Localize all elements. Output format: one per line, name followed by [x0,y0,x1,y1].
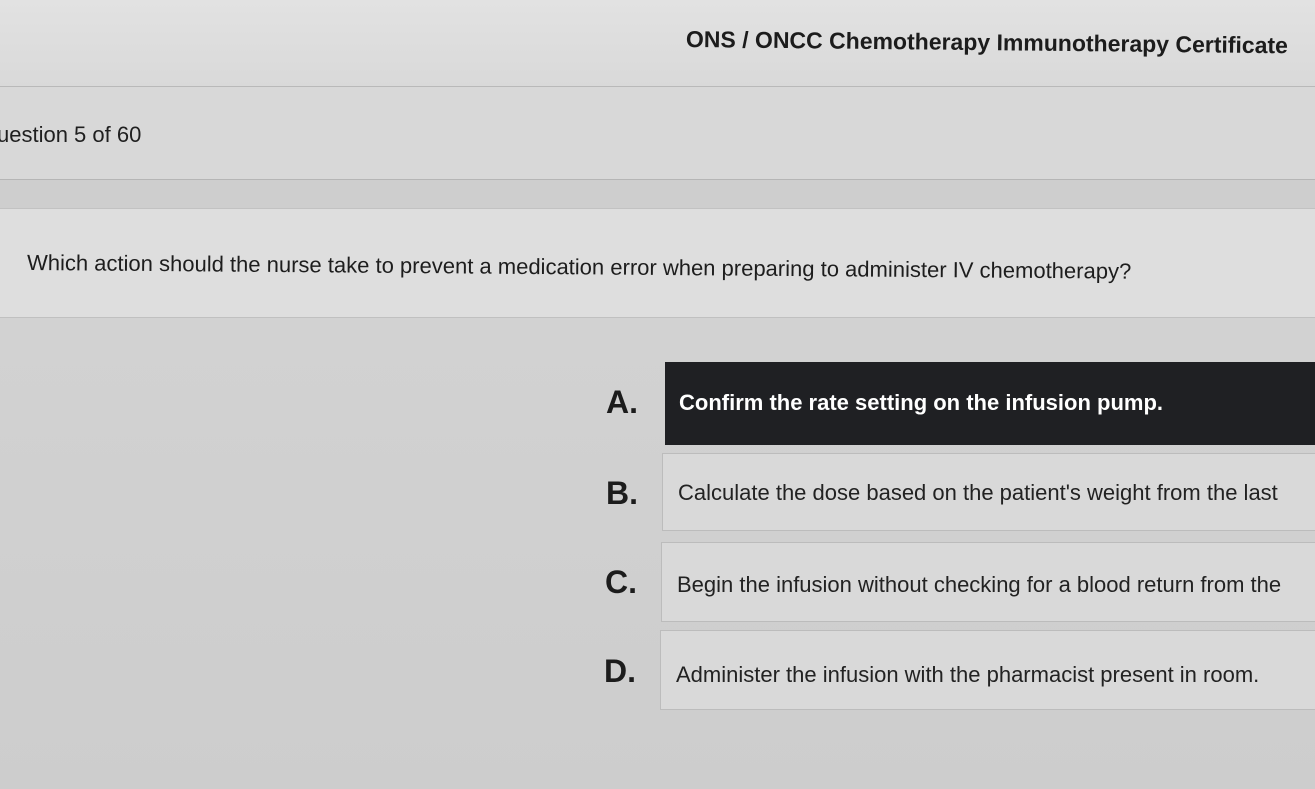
option-d[interactable]: Administer the infusion with the pharmac… [660,630,1315,710]
question-counter: uestion 5 of 60 [0,122,142,147]
option-c-text: Begin the infusion without checking for … [677,572,1282,597]
option-d-letter: D. [604,653,636,689]
option-c-letter: C. [605,564,637,600]
option-a-letter: A. [606,384,638,420]
divider-strip [0,180,1315,209]
option-d-text: Administer the infusion with the pharmac… [676,662,1260,687]
option-b[interactable]: Calculate the dose based on the patient'… [662,453,1315,531]
option-b-letter: B. [606,475,638,511]
option-c[interactable]: Begin the infusion without checking for … [661,542,1315,622]
question-counter-bar [0,87,1315,180]
quiz-page: ONS / ONCC Chemotherapy Immunotherapy Ce… [0,0,1315,789]
option-a-text: Confirm the rate setting on the infusion… [679,390,1163,415]
option-b-text: Calculate the dose based on the patient'… [678,480,1278,505]
option-a[interactable]: Confirm the rate setting on the infusion… [665,362,1315,445]
